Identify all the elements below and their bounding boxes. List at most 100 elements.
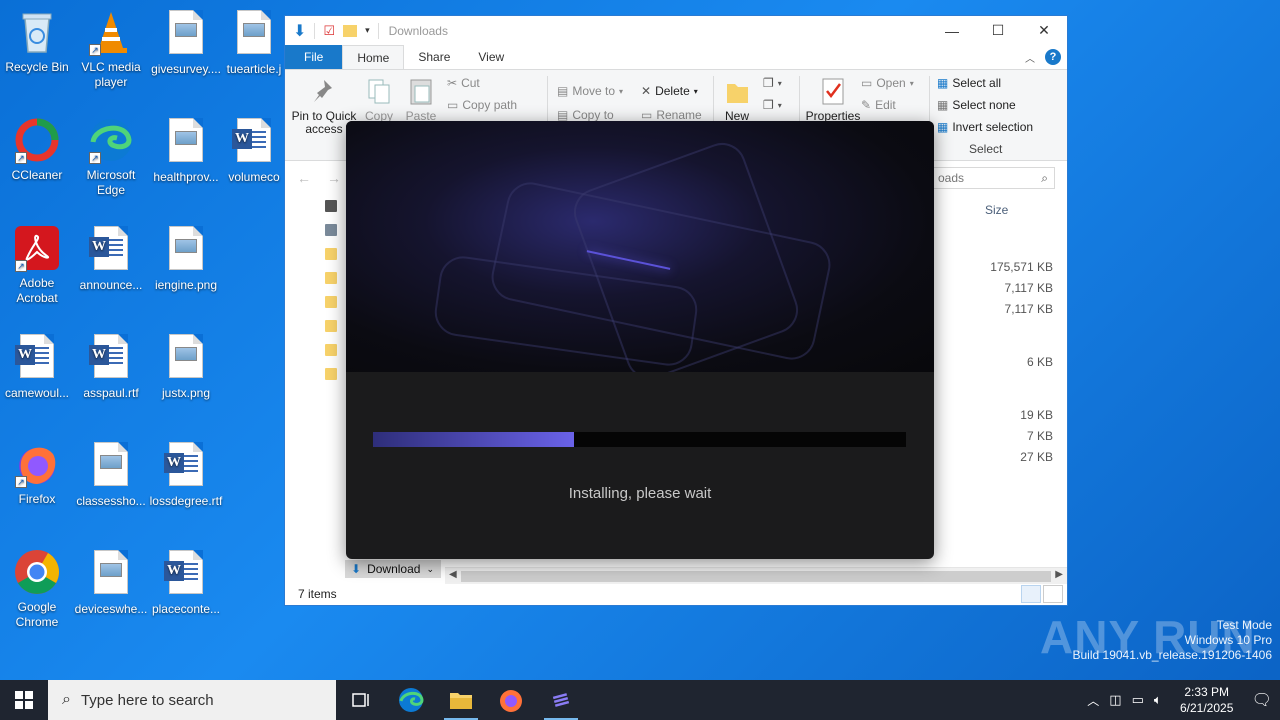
open-button[interactable]: ▭ Open ▾	[861, 76, 914, 90]
volume-icon[interactable]: 🔈︎	[1154, 692, 1162, 708]
maximize-button[interactable]: ☐	[975, 16, 1021, 45]
image-file-icon	[162, 226, 210, 274]
taskbar-firefox[interactable]	[486, 680, 536, 720]
clock[interactable]: 2:33 PM 6/21/2025	[1172, 684, 1242, 716]
start-button[interactable]	[0, 680, 48, 720]
help-icon[interactable]: ?	[1045, 49, 1061, 65]
tab-home[interactable]: Home	[342, 45, 405, 69]
tab-view[interactable]: View	[464, 45, 518, 69]
desktop-icon-adobe-acrobat[interactable]: ↗ Adobe Acrobat	[0, 224, 74, 306]
scroll-right-icon[interactable]: ▶	[1055, 569, 1063, 580]
minimize-button[interactable]: —	[929, 16, 975, 45]
download-arrow-icon: ⬇	[351, 562, 362, 576]
rename-button[interactable]: ▭ Rename	[641, 108, 702, 122]
properties-check-icon[interactable]: ☑	[323, 23, 335, 39]
desktop-icon-asspaul[interactable]: W asspaul.rtf	[74, 332, 148, 401]
copy-path-icon: ▭	[447, 98, 459, 112]
back-arrow-icon[interactable]: ←	[297, 170, 311, 186]
copy-to-button[interactable]: ▤ Copy to	[557, 108, 614, 122]
nav-item-downloads[interactable]: ⬇ Download ⌄	[345, 560, 441, 578]
column-header-size[interactable]: Size	[985, 203, 1008, 217]
desktop-icon-iengine[interactable]: iengine.png	[149, 224, 223, 293]
installer-dialog: Installing, please wait	[346, 121, 934, 559]
edit-button[interactable]: ✎ Edit	[861, 98, 896, 112]
invert-selection-button[interactable]: ▦ Invert selection	[937, 120, 1033, 134]
install-status-text: Installing, please wait	[568, 485, 712, 502]
tree-folder-icon[interactable]	[325, 296, 337, 308]
delete-button[interactable]: ✕ Delete ▾	[641, 84, 698, 98]
desktop-icon-recycle-bin[interactable]: Recycle Bin	[0, 8, 74, 75]
taskbar-file-explorer[interactable]	[436, 680, 486, 720]
desktop-icon-classessho[interactable]: classessho...	[74, 440, 148, 509]
desktop-icon-justx[interactable]: justx.png	[149, 332, 223, 401]
search-input[interactable]: oads ⌕	[931, 167, 1055, 189]
move-to-button[interactable]: ▤ Move to ▾	[557, 84, 623, 98]
notification-icon[interactable]: 🗨︎	[1252, 690, 1272, 710]
desktop-icon-givesurvey[interactable]: givesurvey....	[149, 8, 223, 77]
select-all-button[interactable]: ▦ Select all	[937, 76, 1001, 90]
tree-folder-icon[interactable]	[325, 200, 337, 212]
desktop-icon-label: camewoul...	[4, 386, 70, 400]
properties-button[interactable]: Properties	[805, 76, 861, 123]
desktop-icon-google-chrome[interactable]: Google Chrome	[0, 548, 74, 630]
new-folder-icon[interactable]	[343, 24, 358, 37]
taskbar-edge[interactable]	[386, 680, 436, 720]
desktop-icon-vlc[interactable]: ↗ VLC media player	[74, 8, 148, 90]
chevron-up-icon[interactable]: ︿	[1087, 692, 1099, 709]
forward-arrow-icon[interactable]: →	[327, 170, 341, 186]
desktop-icon-healthprov[interactable]: healthprov...	[149, 116, 223, 185]
desktop-icon-placeconte[interactable]: W placeconte...	[149, 548, 223, 617]
desktop-icon-ccleaner[interactable]: ↗ CCleaner	[0, 116, 74, 183]
meet-now-icon[interactable]: ◫	[1109, 692, 1121, 708]
tree-folder-icon[interactable]	[325, 320, 337, 332]
desktop-icon-lossdegree[interactable]: W lossdegree.rtf	[149, 440, 223, 509]
file-size: 19 KB	[1020, 408, 1053, 422]
desktop-icon-label: healthprov...	[153, 170, 219, 184]
desktop-icon-deviceswhe[interactable]: deviceswhe...	[74, 548, 148, 617]
tab-share[interactable]: Share	[404, 45, 464, 69]
collapse-ribbon-icon[interactable]: ︿	[1025, 50, 1035, 65]
copy-path-button[interactable]: ▭ Copy path	[447, 98, 517, 112]
desktop-icon-microsoft-edge[interactable]: ↗ Microsoft Edge	[74, 116, 148, 198]
tree-folder-icon[interactable]	[325, 368, 337, 380]
paste-button[interactable]: Paste	[401, 76, 441, 123]
new-folder-button[interactable]: New	[721, 76, 753, 123]
taskbar-search-box[interactable]: ⌕ Type here to search	[48, 680, 336, 720]
file-size: 175,571 KB	[990, 260, 1053, 274]
network-icon[interactable]: ▭	[1132, 692, 1144, 708]
download-arrow-icon[interactable]: ⬇	[293, 21, 306, 41]
easy-access-button[interactable]: ❐ ▾	[763, 98, 782, 112]
desktop-icon-firefox[interactable]: ↗ Firefox	[0, 440, 74, 507]
task-view-button[interactable]	[336, 680, 386, 720]
tab-file[interactable]: File	[285, 45, 343, 69]
desktop-icon-volumeco[interactable]: W volumeco	[224, 116, 284, 185]
tree-folder-icon[interactable]	[325, 344, 337, 356]
details-view-button[interactable]	[1021, 585, 1041, 603]
copy-button[interactable]: Copy	[359, 76, 399, 123]
scroll-left-icon[interactable]: ◀	[449, 569, 457, 580]
file-size: 7,117 KB	[1004, 281, 1053, 295]
new-item-button[interactable]: ❐ ▾	[763, 76, 782, 90]
desktop-icon-announce[interactable]: W announce...	[74, 224, 148, 293]
large-icons-view-button[interactable]	[1043, 585, 1063, 603]
horizontal-scrollbar[interactable]: ◀ ▶	[445, 567, 1067, 584]
close-button[interactable]: ✕	[1021, 16, 1067, 45]
desktop-icon-camewoul[interactable]: W camewoul...	[0, 332, 74, 401]
desktop-icon-tuearticle[interactable]: tuearticle.j	[224, 8, 284, 77]
customize-dropdown-icon[interactable]: ▾	[365, 25, 370, 36]
cut-button[interactable]: ✂ Cut	[447, 76, 480, 90]
pin-icon	[310, 76, 338, 106]
tree-folder-icon[interactable]	[325, 248, 337, 260]
chevron-down-icon: ⌄	[426, 563, 434, 574]
vlc-cone-icon: ↗	[87, 8, 135, 56]
folder-icon	[723, 76, 751, 106]
scrollbar-thumb[interactable]	[461, 571, 1051, 582]
tree-folder-icon[interactable]	[325, 224, 337, 236]
file-size: 6 KB	[1026, 355, 1053, 369]
tree-folder-icon[interactable]	[325, 272, 337, 284]
taskbar-installer-app[interactable]	[536, 680, 586, 720]
desktop-icon-label: iengine.png	[154, 278, 218, 292]
paste-icon	[407, 76, 435, 106]
move-to-icon: ▤	[557, 84, 569, 98]
select-none-button[interactable]: ▦ Select none	[937, 98, 1016, 112]
